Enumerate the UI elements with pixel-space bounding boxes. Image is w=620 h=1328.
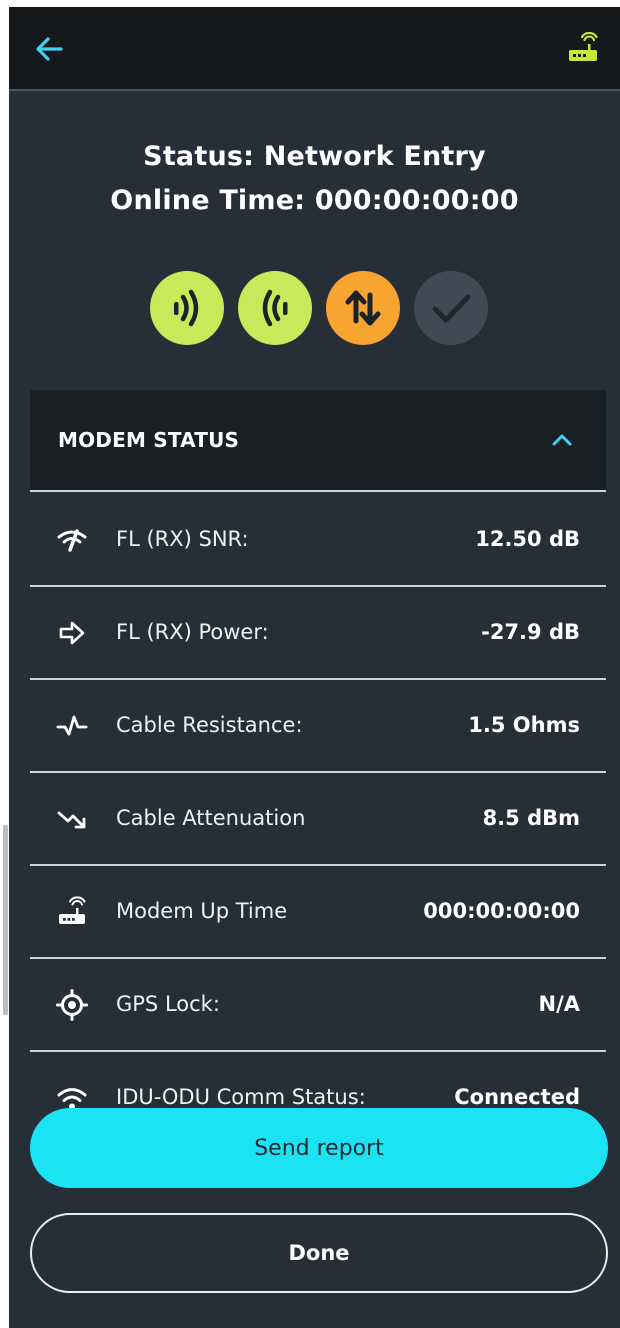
receive-signal-icon: [238, 271, 312, 345]
row-label: Modem Up Time: [116, 899, 288, 923]
list-item-cable-attenuation: Cable Attenuation 8.5 dBm: [30, 773, 606, 866]
list-item-snr: FL (RX) SNR: 12.50 dB: [30, 494, 606, 587]
modem-icon: [59, 896, 86, 924]
list-item-cable-resistance: Cable Resistance: 1.5 Ohms: [30, 680, 606, 773]
row-label: Cable Resistance:: [116, 713, 303, 737]
list-item-modem-uptime: Modem Up Time 000:00:00:00: [30, 866, 606, 959]
edge-panel-handle[interactable]: [3, 825, 8, 1015]
pulse-icon: [56, 715, 88, 736]
indicator-traffic: [326, 271, 400, 345]
chevron-up-icon: [552, 434, 572, 446]
crosshair-icon: [56, 989, 88, 1021]
row-value: N/A: [538, 992, 581, 1016]
row-label: FL (RX) SNR:: [116, 527, 249, 551]
arrow-left-icon: [36, 37, 63, 61]
row-value: 000:00:00:00: [423, 899, 580, 923]
back-button[interactable]: [33, 33, 65, 65]
connection-indicators: [150, 271, 490, 347]
trend-down-icon: [57, 811, 86, 829]
modem-status-button[interactable]: [566, 31, 600, 65]
up-down-arrows-icon: [326, 271, 400, 345]
row-value: -27.9 dB: [481, 620, 580, 644]
row-label: GPS Lock:: [116, 992, 220, 1016]
row-label: FL (RX) Power:: [116, 620, 269, 644]
modem-status-title: MODEM STATUS: [58, 428, 240, 452]
row-value: 12.50 dB: [475, 527, 580, 551]
indicator-complete: [414, 271, 488, 345]
top-bar: [9, 7, 620, 91]
row-label: Cable Attenuation: [116, 806, 306, 830]
send-report-button[interactable]: Send report: [30, 1108, 608, 1188]
modem-status-header[interactable]: MODEM STATUS: [30, 390, 606, 492]
row-value: 1.5 Ohms: [468, 713, 580, 737]
online-time-text: Online Time: 000:00:00:00: [110, 185, 519, 216]
list-item-power: FL (RX) Power: -27.9 dB: [30, 587, 606, 680]
checkmark-icon: [414, 271, 488, 345]
signal-quality-icon: [57, 529, 87, 552]
modem-icon: [569, 31, 598, 61]
row-value: 8.5 dBm: [482, 806, 580, 830]
row-label: IDU-ODU Comm Status:: [116, 1085, 366, 1109]
indicator-receive: [238, 271, 312, 345]
row-value: Connected: [454, 1085, 580, 1109]
arrow-right-icon: [59, 621, 85, 645]
list-item-gps-lock: GPS Lock: N/A: [30, 959, 606, 1052]
done-button[interactable]: Done: [30, 1213, 608, 1293]
network-status-text: Status: Network Entry: [143, 141, 486, 172]
transmit-signal-icon: [150, 271, 224, 345]
modem-status-list: FL (RX) SNR: 12.50 dB FL (RX) Power: -27…: [30, 494, 606, 1145]
indicator-transmit: [150, 271, 224, 345]
app-screen: Status: Network Entry Online Time: 000:0…: [9, 7, 620, 1328]
